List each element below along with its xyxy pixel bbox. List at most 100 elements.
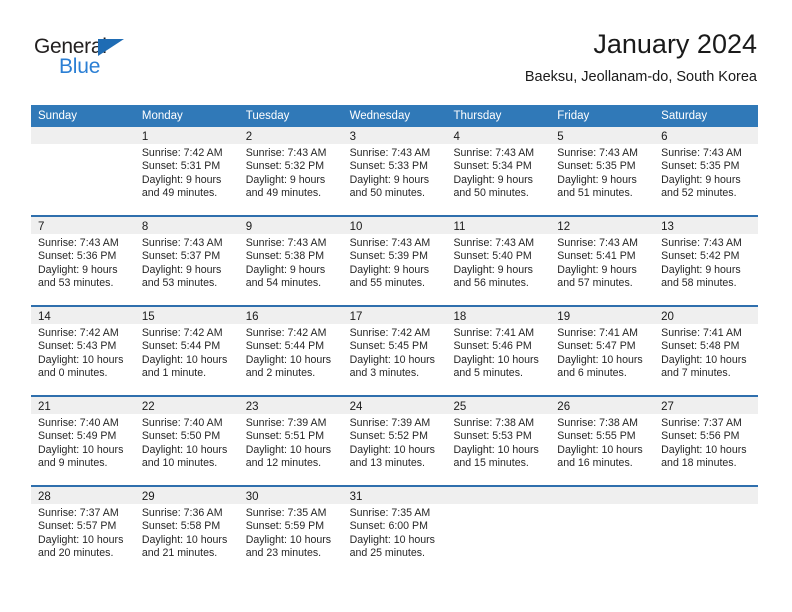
daylight-text-line2: and 9 minutes. [38,457,108,470]
day-number: 31 [349,491,363,503]
day-number-band: 1 [134,127,239,144]
calendar-day-cell-6[interactable]: 6 Sunrise: 7:43 AM Sunset: 5:35 PM Dayli… [654,127,759,215]
daylight-text-line1: Daylight: 9 hours [661,263,741,276]
daylight-text-line2: and 25 minutes. [349,547,425,560]
daylight-text-line1: Daylight: 9 hours [245,263,326,276]
day-number-band: 12 [550,217,655,234]
sunset-text: Sunset: 5:37 PM [141,250,221,263]
day-details: Sunrise: 7:40 AM Sunset: 5:49 PM Dayligh… [31,414,135,471]
calendar-day-cell-25[interactable]: 25 Sunrise: 7:38 AM Sunset: 5:53 PM Dayl… [446,397,551,485]
day-details: Sunrise: 7:43 AM Sunset: 5:32 PM Dayligh… [239,144,343,201]
calendar-day-cell-17[interactable]: 17 Sunrise: 7:42 AM Sunset: 5:45 PM Dayl… [342,307,447,395]
day-number-band [550,487,655,504]
sunrise-text: Sunrise: 7:42 AM [141,147,223,159]
calendar-day-cell-29[interactable]: 29 Sunrise: 7:36 AM Sunset: 5:58 PM Dayl… [134,487,239,575]
calendar-day-cell-5[interactable]: 5 Sunrise: 7:43 AM Sunset: 5:35 PM Dayli… [550,127,655,215]
daylight-text-line2: and 23 minutes. [245,547,322,560]
daylight-text-line1: Daylight: 9 hours [453,173,533,186]
daylight-text-line2: and 49 minutes. [245,187,322,200]
calendar-day-cell-8[interactable]: 8 Sunrise: 7:43 AM Sunset: 5:37 PM Dayli… [134,217,239,305]
calendar-day-cell-10[interactable]: 10 Sunrise: 7:43 AM Sunset: 5:39 PM Dayl… [342,217,447,305]
sunset-text: Sunset: 5:33 PM [349,160,428,173]
calendar-day-cell-30[interactable]: 30 Sunrise: 7:35 AM Sunset: 5:59 PM Dayl… [238,487,343,575]
calendar-day-cell-12[interactable]: 12 Sunrise: 7:43 AM Sunset: 5:41 PM Dayl… [550,217,655,305]
calendar-day-cell-24[interactable]: 24 Sunrise: 7:39 AM Sunset: 5:52 PM Dayl… [342,397,447,485]
day-number-band: 22 [134,397,239,414]
daylight-text-line1: Daylight: 10 hours [38,353,124,366]
calendar-day-cell-22[interactable]: 22 Sunrise: 7:40 AM Sunset: 5:50 PM Dayl… [134,397,239,485]
sunrise-text: Sunrise: 7:43 AM [141,237,223,249]
daylight-text-line2: and 54 minutes. [245,277,322,290]
daylight-text-line1: Daylight: 10 hours [661,353,747,366]
day-number: 23 [245,401,259,413]
sunset-text: Sunset: 5:48 PM [661,340,740,353]
daylight-text-line2: and 21 minutes. [141,547,218,560]
daylight-text-line1: Daylight: 10 hours [349,443,435,456]
sunrise-text: Sunrise: 7:37 AM [661,417,742,429]
day-number-band: 8 [134,217,239,234]
sunrise-text: Sunrise: 7:43 AM [661,237,742,249]
daylight-text-line2: and 53 minutes. [141,277,218,290]
daylight-text-line1: Daylight: 9 hours [661,173,741,186]
calendar-day-cell-3[interactable]: 3 Sunrise: 7:43 AM Sunset: 5:33 PM Dayli… [342,127,447,215]
day-details: Sunrise: 7:37 AM Sunset: 5:57 PM Dayligh… [31,504,135,561]
sunset-text: Sunset: 5:58 PM [141,520,221,533]
day-number: 25 [453,401,467,413]
daylight-text-line1: Daylight: 10 hours [141,353,228,366]
day-details: Sunrise: 7:40 AM Sunset: 5:50 PM Dayligh… [135,414,239,471]
daylight-text-line2: and 51 minutes. [557,187,633,200]
sunset-text: Sunset: 5:40 PM [453,250,532,263]
sunrise-text: Sunrise: 7:43 AM [349,237,431,249]
sunrise-text: Sunrise: 7:35 AM [245,507,327,519]
day-details: Sunrise: 7:43 AM Sunset: 5:41 PM Dayligh… [550,234,654,291]
calendar-day-cell-20[interactable]: 20 Sunrise: 7:41 AM Sunset: 5:48 PM Dayl… [654,307,759,395]
day-number-band: 9 [238,217,343,234]
day-number: 16 [245,311,259,323]
daylight-text-line1: Daylight: 9 hours [557,263,637,276]
day-number: 29 [141,491,155,503]
calendar-day-cell-23[interactable]: 23 Sunrise: 7:39 AM Sunset: 5:51 PM Dayl… [238,397,343,485]
daylight-text-line1: Daylight: 10 hours [245,353,332,366]
sunset-text: Sunset: 5:44 PM [141,340,221,353]
day-number: 14 [38,311,51,323]
calendar-week-row-5: 28 Sunrise: 7:37 AM Sunset: 5:57 PM Dayl… [31,485,759,575]
calendar-day-cell-1[interactable]: 1 Sunrise: 7:42 AM Sunset: 5:31 PM Dayli… [134,127,239,215]
sunset-text: Sunset: 5:32 PM [245,160,325,173]
sunset-text: Sunset: 5:38 PM [245,250,325,263]
calendar-day-cell-7[interactable]: 7 Sunrise: 7:43 AM Sunset: 5:36 PM Dayli… [31,217,135,305]
calendar-day-cell-14[interactable]: 14 Sunrise: 7:42 AM Sunset: 5:43 PM Dayl… [31,307,135,395]
day-number-band: 2 [238,127,343,144]
calendar-day-cell-27[interactable]: 27 Sunrise: 7:37 AM Sunset: 5:56 PM Dayl… [654,397,759,485]
calendar-day-cell-empty [446,487,551,575]
sunrise-text: Sunrise: 7:35 AM [349,507,431,519]
calendar-day-cell-26[interactable]: 26 Sunrise: 7:38 AM Sunset: 5:55 PM Dayl… [550,397,655,485]
calendar-day-cell-15[interactable]: 15 Sunrise: 7:42 AM Sunset: 5:44 PM Dayl… [134,307,239,395]
calendar-day-cell-21[interactable]: 21 Sunrise: 7:40 AM Sunset: 5:49 PM Dayl… [31,397,135,485]
calendar-day-cell-31[interactable]: 31 Sunrise: 7:35 AM Sunset: 6:00 PM Dayl… [342,487,447,575]
calendar-day-cell-13[interactable]: 13 Sunrise: 7:43 AM Sunset: 5:42 PM Dayl… [654,217,759,305]
sunrise-text: Sunrise: 7:42 AM [38,327,119,339]
calendar-day-cell-19[interactable]: 19 Sunrise: 7:41 AM Sunset: 5:47 PM Dayl… [550,307,655,395]
calendar-day-cell-4[interactable]: 4 Sunrise: 7:43 AM Sunset: 5:34 PM Dayli… [446,127,551,215]
calendar-day-cell-2[interactable]: 2 Sunrise: 7:43 AM Sunset: 5:32 PM Dayli… [238,127,343,215]
day-number: 8 [141,221,149,233]
calendar-day-cell-28[interactable]: 28 Sunrise: 7:37 AM Sunset: 5:57 PM Dayl… [31,487,135,575]
sunset-text: Sunset: 5:35 PM [557,160,636,173]
calendar-day-cell-11[interactable]: 11 Sunrise: 7:43 AM Sunset: 5:40 PM Dayl… [446,217,551,305]
daylight-text-line2: and 18 minutes. [661,457,737,470]
day-details: Sunrise: 7:43 AM Sunset: 5:42 PM Dayligh… [654,234,758,291]
daylight-text-line2: and 58 minutes. [661,277,737,290]
daylight-text-line1: Daylight: 10 hours [38,443,124,456]
daylight-text-line2: and 6 minutes. [557,367,627,380]
calendar-day-cell-16[interactable]: 16 Sunrise: 7:42 AM Sunset: 5:44 PM Dayl… [238,307,343,395]
sunset-text: Sunset: 5:42 PM [661,250,740,263]
calendar-day-cell-9[interactable]: 9 Sunrise: 7:43 AM Sunset: 5:38 PM Dayli… [238,217,343,305]
day-number: 11 [453,221,466,233]
calendar-day-cell-18[interactable]: 18 Sunrise: 7:41 AM Sunset: 5:46 PM Dayl… [446,307,551,395]
daylight-text-line1: Daylight: 9 hours [453,263,533,276]
day-number-band: 16 [238,307,343,324]
daylight-text-line2: and 20 minutes. [38,547,114,560]
daylight-text-line1: Daylight: 10 hours [245,443,332,456]
sunrise-text: Sunrise: 7:42 AM [141,327,223,339]
day-number: 1 [141,131,149,143]
